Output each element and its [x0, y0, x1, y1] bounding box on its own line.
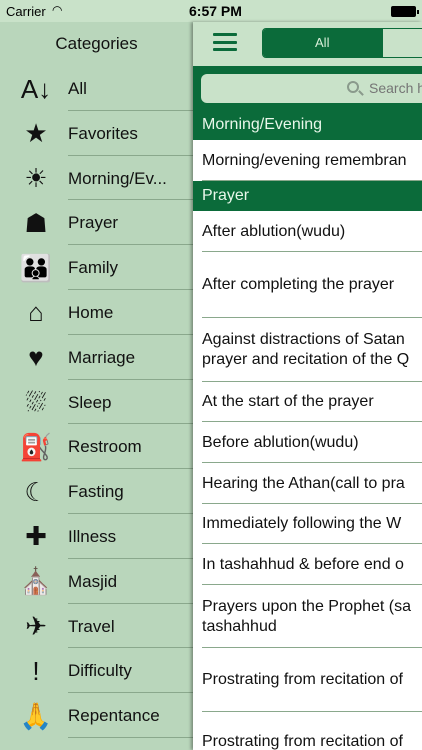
category-item[interactable]: ☀ Morning/Ev...: [0, 156, 193, 201]
mosque-icon: ⛪: [19, 566, 53, 597]
category-item[interactable]: ⛆ Sleep: [0, 380, 193, 425]
exclamation-icon: !: [32, 655, 40, 686]
category-item[interactable]: ☗ Prayer: [0, 200, 193, 246]
category-label: Repentance: [68, 706, 160, 726]
list-item-label: Prostrating from recitation of: [202, 671, 403, 688]
category-label: Prayer: [68, 213, 119, 233]
category-label: All: [68, 79, 87, 98]
list-item[interactable]: Prayers upon the Prophet (sa tashahhud: [202, 585, 422, 648]
category-label: Home: [68, 302, 114, 322]
status-bar: Carrier ◠ 6:57 PM: [0, 0, 422, 22]
category-label: Masjid: [68, 571, 118, 591]
medicine-icon: ✚: [25, 521, 47, 552]
list-item[interactable]: At the start of the prayer: [202, 382, 422, 422]
list-item-label: Immediately following the W: [202, 515, 402, 532]
dua-list: Morning/Evening Morning/evening remembran…: [193, 110, 422, 750]
list-item[interactable]: In tashahhud & before end o: [202, 544, 422, 585]
category-label: Favorites: [68, 123, 138, 143]
list-item-label: Before ablution(wudu): [202, 434, 359, 451]
section-header: Morning/Evening: [193, 110, 422, 140]
category-item[interactable]: ⌂ Home: [0, 290, 193, 335]
list-item-label: After completing the prayer: [202, 276, 395, 293]
category-item[interactable]: A↓ All: [0, 66, 193, 111]
category-item[interactable]: ⛪ Masjid: [0, 559, 193, 604]
battery-icon: [391, 6, 419, 17]
category-item[interactable]: ✚ Illness: [0, 514, 193, 559]
category-list: A↓ All ★ Favorites ☀ Morning/Ev... ☗ Prayer 👪 Fam…: [0, 66, 193, 738]
list-item-label: Prostrating from recitation of: [202, 733, 403, 750]
category-label: Family: [68, 258, 119, 278]
search-input[interactable]: [369, 80, 422, 96]
category-label: Morning/Ev...: [68, 168, 167, 188]
segment-other[interactable]: F: [381, 29, 422, 57]
sunrise-icon: ☀: [24, 163, 48, 194]
category-item[interactable]: ★ Favorites: [0, 111, 193, 156]
segment-all[interactable]: All: [263, 29, 382, 57]
list-item-label: Morning/evening remembran: [202, 152, 407, 169]
category-label: Travel: [68, 616, 115, 636]
crescent-moon-icon: ☾: [24, 476, 48, 507]
hamburger-icon: [213, 48, 237, 51]
search-box[interactable]: [201, 74, 422, 103]
category-item[interactable]: ⛽ Restroom: [0, 424, 193, 470]
hearts-icon: ♥: [28, 342, 44, 373]
category-item[interactable]: ! Difficulty: [0, 648, 193, 694]
category-label: Sleep: [68, 392, 112, 412]
list-item[interactable]: Morning/evening remembran: [202, 140, 422, 181]
divider: [68, 736, 193, 738]
hamburger-icon: [213, 33, 237, 36]
main-panel: All F Morning/Evening Morning/evening rem…: [193, 22, 422, 750]
list-item-label: In tashahhud & before end o: [202, 556, 404, 573]
category-item[interactable]: ✈ Travel: [0, 604, 193, 649]
category-item[interactable]: ☾ Fasting: [0, 469, 193, 514]
categories-sidebar: Categories A↓ All ★ Favorites ☀ Morning/Ev...…: [0, 22, 193, 750]
list-item-label: After ablution(wudu): [202, 223, 346, 240]
list-item[interactable]: After ablution(wudu): [202, 211, 422, 252]
list-item-label: Against distractions of Satan prayer and…: [202, 331, 410, 368]
top-toolbar: All F: [193, 22, 422, 66]
list-item-label: Prayers upon the Prophet (sa tashahhud: [202, 598, 412, 635]
category-label: Illness: [68, 526, 117, 546]
toilet-icon: ⛽: [19, 431, 53, 462]
search-bar: [193, 66, 422, 110]
category-label: Fasting: [68, 482, 124, 502]
menu-button[interactable]: [213, 33, 237, 51]
prostration-icon: ☗: [24, 207, 48, 238]
praying-hands-icon: 🙏: [19, 700, 53, 731]
home-icon: ⌂: [28, 297, 44, 328]
hamburger-icon: [213, 40, 237, 44]
az-sort-icon: A↓: [20, 73, 52, 104]
segmented-control: All F: [262, 28, 422, 58]
wifi-icon: ◠: [52, 3, 63, 17]
list-item[interactable]: Prostrating from recitation of: [202, 648, 422, 712]
carrier-label: Carrier: [6, 4, 46, 19]
list-item[interactable]: Immediately following the W: [202, 504, 422, 544]
list-item-label: Hearing the Athan(call to pra: [202, 475, 405, 492]
status-time: 6:57 PM: [189, 3, 242, 19]
list-item[interactable]: Prostrating from recitation of: [202, 712, 422, 750]
list-item[interactable]: Hearing the Athan(call to pra: [202, 463, 422, 504]
category-item[interactable]: 👪 Family: [0, 245, 193, 290]
bed-icon: ⛆: [25, 386, 47, 417]
list-item-label: At the start of the prayer: [202, 393, 374, 410]
category-label: Restroom: [68, 437, 142, 457]
section-header: Prayer: [193, 181, 422, 211]
list-item[interactable]: Against distractions of Satan prayer and…: [202, 318, 422, 382]
list-item[interactable]: Before ablution(wudu): [202, 422, 422, 463]
category-label: Marriage: [68, 347, 136, 367]
list-item[interactable]: After completing the prayer: [202, 252, 422, 318]
search-icon: [347, 81, 359, 93]
family-icon: 👪: [19, 252, 53, 283]
sidebar-title: Categories: [55, 34, 138, 53]
star-icon: ★: [24, 118, 48, 149]
category-item[interactable]: ♥ Marriage: [0, 335, 193, 380]
globe-plane-icon: ✈: [25, 611, 47, 642]
category-item[interactable]: 🙏 Repentance: [0, 693, 193, 738]
category-label: Difficulty: [68, 661, 132, 681]
